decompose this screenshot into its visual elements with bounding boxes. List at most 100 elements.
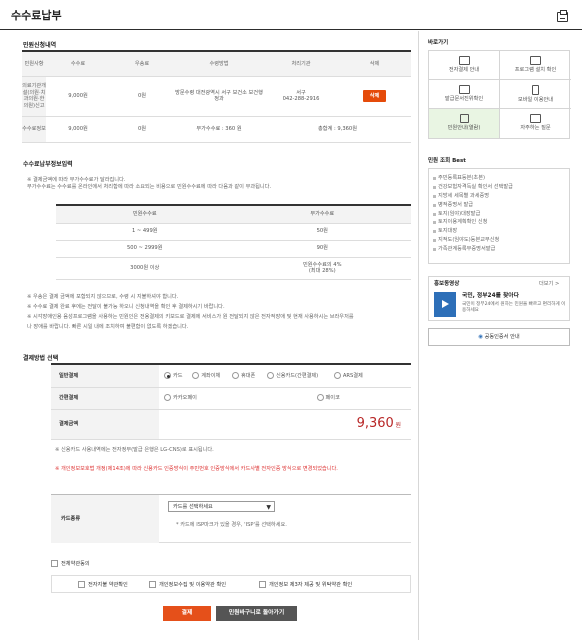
best-item[interactable]: 건강보험자격득실 확인서 선택발급: [433, 184, 565, 193]
agree-item-1[interactable]: 전자지불 약관확인: [78, 581, 128, 589]
promo-more[interactable]: 더보기 >: [539, 281, 559, 288]
org-tel: 042-288-2916: [282, 96, 320, 102]
best-box: 주민등록표등본(초본) 건강보험자격득실 확인서 선택발급 지방세 세목별 과세…: [428, 168, 570, 264]
apply-table: 민원사항 수수료 우송료 수령방법 처리기관 삭제 의료기관개설(의원·치과의원…: [22, 50, 411, 143]
radio-label: ARS결제: [342, 373, 363, 379]
summary-extra: 부가수수료 : 360 원: [174, 116, 264, 143]
amount-unit: 원: [395, 421, 401, 429]
fee-cell-pct: 민원수수료의 4% (최대 28%): [233, 257, 411, 280]
fee-cell: 3000원 이상: [56, 257, 234, 280]
apply-postage: 0원: [110, 76, 174, 117]
fee-cell: 90원: [233, 240, 411, 258]
cert-label: 공동인증서 안내: [484, 334, 520, 340]
radio-card[interactable]: 카드: [164, 372, 183, 379]
best-item[interactable]: 주민등록표등본(초본): [433, 175, 565, 184]
best-title: 민원 조회 Best: [428, 158, 466, 164]
amount-label: 결제금액: [51, 409, 159, 440]
quick-label: 자주하는 질문: [520, 125, 551, 131]
fee-note: 부가수수료는 수수료를 온라인에서 처리함에 따라 소요되는 비용으로 민원수수…: [27, 183, 272, 190]
col-header: 부가수수료: [233, 206, 411, 224]
general-label: 일반결제: [51, 365, 159, 388]
best-item[interactable]: 토지이용계획확인 신청: [433, 219, 565, 228]
play-icon: [442, 300, 449, 308]
document-icon: [458, 85, 470, 94]
fee-notes-2: ※ 우송은 결제 금액에 포함되지 않으므로, 수령 시 지불하셔야 합니다. …: [27, 293, 412, 333]
best-item[interactable]: 지적도(임야도)등본교부신청: [433, 237, 565, 246]
apply-name: 의료기관개설(의원·치과의원·한의원)신고: [22, 76, 46, 117]
best-item[interactable]: 병적증명서 발급: [433, 202, 565, 211]
summary-postage: 0원: [110, 116, 174, 143]
best-item[interactable]: 토지대장: [433, 228, 565, 237]
best-item[interactable]: 지방세 세목별 과세증명: [433, 193, 565, 202]
fee-note: ※ 우송은 결제 금액에 포함되지 않으므로, 수령 시 지불하셔야 합니다.: [27, 294, 179, 300]
quick-label: 프로그램 설치 확인: [514, 67, 557, 73]
quick-title: 바로가기: [428, 40, 449, 46]
fee-note: ※ 수수료 결제 완료 후에는 전달이 불가능 하오니 신청내역을 확인 후 결…: [27, 303, 225, 310]
radio-label: 휴대폰: [240, 373, 256, 379]
agree-item-2[interactable]: 개인정보수집 및 이용약관 확인: [149, 581, 226, 589]
section-title-payment: 결제방법 선택: [23, 355, 59, 362]
radio-kakaopay[interactable]: 카카오페이: [164, 394, 197, 402]
checkbox-icon: [78, 581, 85, 588]
card-select[interactable]: 카드를 선택하세요 ▼: [168, 501, 275, 512]
radio-label: 카드: [173, 373, 183, 379]
print-icon[interactable]: [557, 10, 568, 22]
radio-ars[interactable]: ARS결제: [333, 372, 363, 379]
radio-icon: [231, 372, 239, 379]
divider: [418, 31, 419, 640]
download-icon: [458, 56, 470, 65]
quick-link-guide[interactable]: 민원안내(열람): [429, 109, 500, 138]
fee-table: 민원수수료 부가수수료 1 ~ 499원 50원 500 ~ 2999원 90원 30…: [56, 204, 411, 280]
quick-link-mobile[interactable]: 모바일 이용안내: [500, 80, 571, 109]
col-header: 민원사항: [22, 52, 46, 77]
card-label: 카드종류: [61, 516, 81, 522]
apply-receive: 방문수령 대전광역시 서구 보건소 보건행정과: [174, 76, 264, 117]
agree-all[interactable]: 전체약관동의: [51, 560, 90, 568]
best-item[interactable]: 가족관계등록부증명서발급: [433, 246, 565, 255]
radio-payco[interactable]: 페이코: [316, 394, 340, 402]
agree-label: 전자지불 약관확인: [88, 582, 128, 588]
delete-button[interactable]: 삭제: [362, 89, 387, 103]
promo-thumbnail[interactable]: [434, 292, 456, 317]
radio-transfer[interactable]: 계좌이체: [192, 372, 220, 379]
quick-link-epay[interactable]: 전자결제 안내: [429, 51, 500, 80]
quick-link-program[interactable]: 프로그램 설치 확인: [500, 51, 571, 80]
col-header: 우송료: [110, 52, 174, 77]
quick-link-verify[interactable]: 발급문서진위확인: [429, 80, 500, 109]
card-row: 카드종류 카드를 선택하세요 ▼ * 카드에 ISP마크가 있을 경우, 'IS…: [51, 494, 411, 543]
quick-links: 전자결제 안내 프로그램 설치 확인 발급문서진위확인 모바일 이용안내 민원안…: [428, 50, 571, 139]
radio-icon: [164, 394, 171, 402]
simple-label: 간편결제: [51, 387, 159, 410]
radio-phone[interactable]: 휴대폰: [231, 372, 256, 379]
mobile-icon: [532, 85, 539, 95]
radio-icon: [333, 372, 341, 379]
col-header: 민원수수료: [56, 206, 234, 224]
agree-label: 개인정보 제3자 제공 및 위탁약관 확인: [269, 582, 353, 588]
promo-box: 홍보동영상 더보기 > 국민, 정부24를 찾아다 국민이 정부24에서 원하는…: [428, 276, 570, 321]
col-header: 수령방법: [174, 52, 264, 77]
radio-label: 카카오페이: [173, 395, 197, 402]
cert-button[interactable]: ◉ 공동인증서 안내: [428, 328, 570, 346]
checkbox-icon: [51, 560, 58, 567]
radio-icon: [164, 372, 171, 379]
agree-all-label: 전체약관동의: [61, 561, 90, 567]
simple-options: 카카오페이 페이코: [159, 387, 411, 410]
radio-easy-card[interactable]: 신용카드(간편결제): [266, 372, 318, 379]
payment-note-2: ※ 개인정보보호법 개정(제14조)에 따라 신용카드 인증방식이 주민번호 인…: [55, 466, 338, 472]
section-title-apply: 민원신청내역: [23, 42, 57, 49]
summary-label: 수수료정보: [22, 116, 46, 143]
section-title-fee: 수수료납부정보입력: [23, 161, 73, 168]
back-button[interactable]: 민원바구니로 돌아가기: [216, 606, 297, 621]
quick-label: 민원안내(열람): [447, 125, 481, 131]
page-title: 수수료납부: [11, 9, 62, 22]
col-header: 수수료: [46, 52, 110, 77]
pay-button[interactable]: 결제: [163, 606, 211, 621]
amount-value: 9,360: [356, 415, 394, 431]
col-header: 처리기관: [264, 52, 338, 77]
apply-fee: 9,000원: [46, 76, 110, 117]
summary-total: 총합계 : 9,360원: [264, 116, 411, 143]
promo-text: 국민, 정부24를 찾아다: [462, 293, 519, 299]
quick-link-faq[interactable]: 자주하는 질문: [500, 109, 571, 138]
agree-item-3[interactable]: 개인정보 제3자 제공 및 위탁약관 확인: [259, 581, 352, 589]
payment-note-1: ※ 신용카드 사용내역에는 전자정부(발급 은행은 LG-CNS)로 표시됩니다…: [55, 447, 214, 453]
